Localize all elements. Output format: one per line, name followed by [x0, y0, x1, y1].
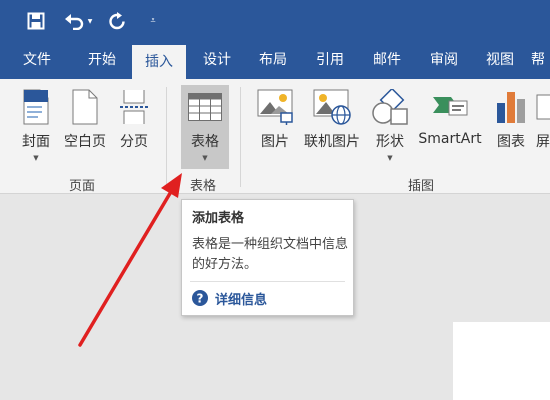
smartart-button[interactable]: SmartArt [414, 85, 486, 169]
chart-button[interactable]: 图表 [490, 85, 532, 169]
cover-page-icon [23, 89, 49, 125]
pages-group-label: 页面 [69, 179, 96, 194]
tooltip-title: 添加表格 [192, 211, 245, 226]
shapes-label: 形状 [376, 134, 404, 150]
tell-me-more-label: 详细信息 [215, 292, 268, 308]
save-button[interactable] [25, 10, 47, 32]
customize-icon: ⩡ [150, 16, 156, 26]
smartart-icon [433, 97, 468, 116]
tooltip-description: 表格是一种组织文档中信息的好方法。 [192, 237, 349, 272]
shapes-icon [372, 89, 408, 125]
table-tooltip: 添加表格 表格是一种组织文档中信息的好方法。 ? 详细信息 [181, 199, 354, 316]
tables-group-label: 表格 [190, 179, 217, 194]
pictures-label: 图片 [261, 134, 289, 150]
document-page[interactable] [453, 322, 550, 400]
tell-me-more-link[interactable]: ? 详细信息 [192, 288, 267, 308]
table-dropdown-icon: ▼ [202, 154, 208, 162]
table-icon [188, 93, 222, 121]
redo-icon [109, 12, 125, 30]
tab-design[interactable]: 设计 [192, 42, 242, 79]
svg-text:?: ? [197, 292, 204, 306]
page-break-label: 分页 [120, 134, 148, 150]
screenshot-label: 屏 [536, 134, 550, 150]
shapes-dropdown-icon: ▼ [387, 154, 393, 162]
screenshot-icon [536, 94, 550, 120]
tab-references[interactable]: 引用 [305, 42, 355, 79]
group-separator [166, 87, 167, 187]
ribbon-insert: 封面 ▼ 空白页 分页 页面 表格 ▼ 表格 图片 联机图片 形状 ▼ Smar… [0, 79, 550, 194]
help-icon: ? [192, 290, 208, 306]
tab-review[interactable]: 审阅 [419, 42, 469, 79]
tab-file[interactable]: 文件 [12, 42, 62, 79]
undo-icon [64, 14, 83, 30]
group-separator [240, 87, 241, 187]
quick-access-toolbar: ▼ ⩡ [0, 0, 550, 42]
table-button[interactable]: 表格 ▼ [181, 85, 229, 169]
tab-view[interactable]: 视图 [475, 42, 525, 79]
screenshot-button[interactable]: 屏 [536, 85, 550, 169]
picture-icon [257, 89, 293, 125]
page-break-icon [120, 90, 148, 124]
save-icon [27, 12, 45, 30]
smartart-label: SmartArt [418, 131, 482, 147]
blank-page-label: 空白页 [64, 134, 106, 150]
pictures-button[interactable]: 图片 [254, 85, 296, 169]
illustrations-group-label: 插图 [408, 179, 435, 194]
table-label: 表格 [191, 134, 219, 150]
tab-help[interactable]: 帮 [531, 42, 550, 79]
tab-mailings[interactable]: 邮件 [362, 42, 412, 79]
chart-label: 图表 [497, 134, 525, 150]
tab-home[interactable]: 开始 [77, 42, 127, 79]
blank-page-icon [72, 89, 98, 125]
tooltip-divider [190, 281, 345, 282]
cover-page-label: 封面 [22, 134, 50, 150]
shapes-button[interactable]: 形状 ▼ [368, 85, 412, 169]
chart-icon [497, 92, 525, 123]
tab-layout[interactable]: 布局 [248, 42, 298, 79]
online-pictures-button[interactable]: 联机图片 [300, 85, 364, 169]
undo-button[interactable]: ▼ [60, 10, 96, 32]
undo-dropdown-icon[interactable]: ▼ [88, 18, 93, 25]
page-break-button[interactable]: 分页 [114, 85, 154, 169]
online-picture-icon [313, 89, 351, 125]
cover-page-button[interactable]: 封面 ▼ [14, 85, 58, 169]
online-pictures-label: 联机图片 [304, 134, 360, 150]
ribbon-tabs: 文件 开始 插入 设计 布局 引用 邮件 审阅 视图 帮 [0, 42, 550, 79]
blank-page-button[interactable]: 空白页 [60, 85, 110, 169]
customize-toolbar-button[interactable]: ⩡ [145, 10, 161, 32]
redo-button[interactable] [106, 10, 128, 32]
tab-insert[interactable]: 插入 [132, 45, 186, 79]
cover-page-dropdown-icon: ▼ [33, 154, 39, 162]
